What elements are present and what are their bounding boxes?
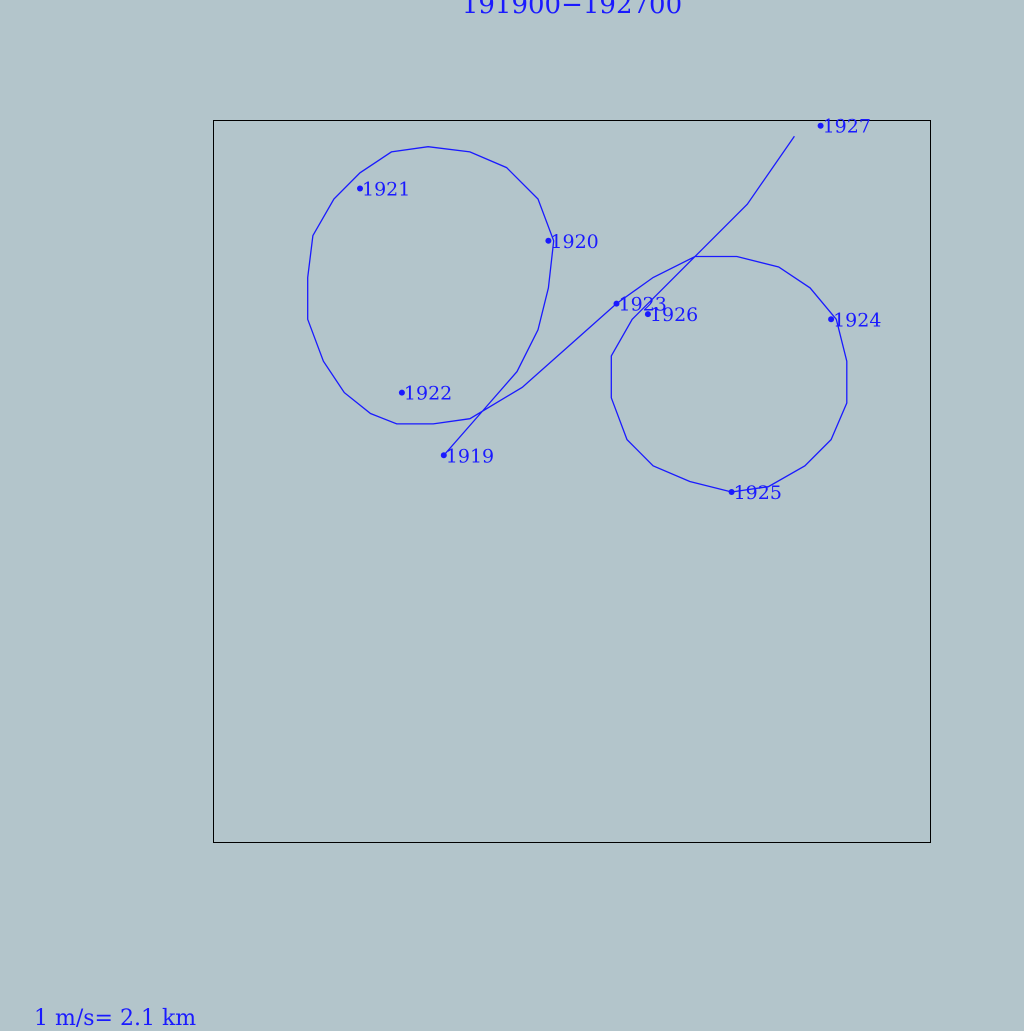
time-points: 191919201921192219231924192519261927 <box>357 116 881 504</box>
scale-label: 1 m/s= 2.1 km <box>34 1006 197 1031</box>
time-point-label: 1919 <box>446 445 494 467</box>
time-point-label: 1925 <box>734 482 782 504</box>
time-point-label: 1921 <box>362 179 410 201</box>
plot-frame <box>213 120 931 843</box>
time-point-label: 1924 <box>833 309 881 331</box>
time-point-label: 1922 <box>404 383 452 405</box>
time-point-label: 1927 <box>823 116 871 138</box>
hodograph-plot: 191919201921192219231924192519261927 <box>213 116 931 843</box>
time-point-label: 1920 <box>550 231 598 253</box>
time-point-label: 1926 <box>650 304 698 326</box>
